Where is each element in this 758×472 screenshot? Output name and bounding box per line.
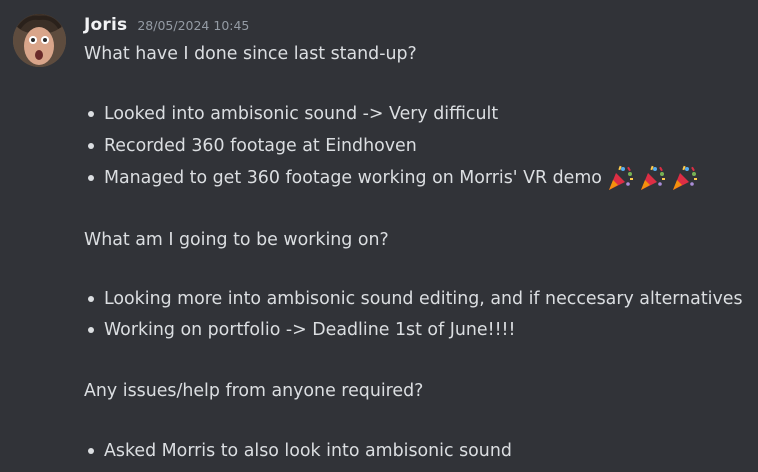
question-done: What have I done since last stand-up? [84, 44, 417, 64]
list-item: Working on portfolio -> Deadline 1st of … [84, 318, 515, 342]
chat-message: Joris 28/05/2024 10:45 What have I done … [0, 0, 758, 472]
timestamp[interactable]: 28/05/2024 10:45 [137, 18, 249, 33]
bullet-dot [88, 111, 94, 117]
list-item: Asked Morris to also look into ambisonic… [84, 439, 512, 463]
bullet-dot [88, 327, 94, 333]
list-item-text: Looked into ambisonic sound -> Very diff… [104, 104, 499, 124]
party-popper-icon[interactable] [606, 164, 634, 192]
list-item-text: Looking more into ambisonic sound editin… [104, 289, 743, 309]
bullet-dot [88, 296, 94, 302]
avatar-image [13, 14, 66, 67]
party-popper-icon[interactable] [670, 164, 698, 192]
bullet-dot [88, 175, 94, 181]
username[interactable]: Joris [84, 15, 127, 35]
avatar[interactable] [13, 14, 66, 67]
message-header: Joris 28/05/2024 10:45 [84, 15, 249, 39]
list-item: Looked into ambisonic sound -> Very diff… [84, 102, 498, 126]
list-item: Looking more into ambisonic sound editin… [84, 287, 743, 311]
list-item: Recorded 360 footage at Eindhoven [84, 134, 417, 158]
bullet-dot [88, 448, 94, 454]
list-item-text: Asked Morris to also look into ambisonic… [104, 441, 512, 461]
bullet-dot [88, 143, 94, 149]
question-help: Any issues/help from anyone required? [84, 381, 424, 401]
list-item-text: Recorded 360 footage at Eindhoven [104, 136, 417, 156]
list-item-text: Managed to get 360 footage working on Mo… [104, 168, 602, 188]
emoji-group [606, 164, 702, 192]
party-popper-icon[interactable] [638, 164, 666, 192]
list-item: Managed to get 360 footage working on Mo… [84, 164, 702, 192]
question-todo: What am I going to be working on? [84, 230, 389, 250]
list-item-text: Working on portfolio -> Deadline 1st of … [104, 320, 516, 340]
